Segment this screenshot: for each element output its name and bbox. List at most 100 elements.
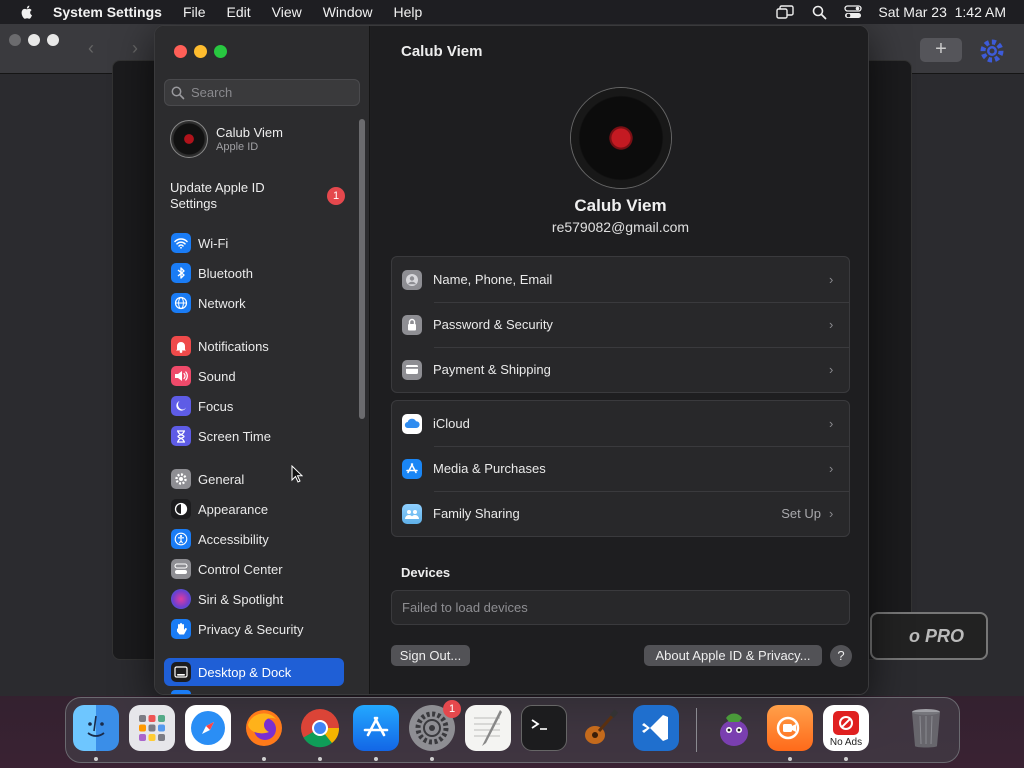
hourglass-icon [171, 426, 191, 446]
terminal-icon [531, 719, 547, 730]
menubar-clock[interactable]: Sat Mar 23 1:42 AM [878, 4, 1006, 20]
sidebar-item-network[interactable]: Network [164, 289, 344, 317]
chrome-icon [301, 709, 340, 748]
sidebar-item-sound[interactable]: Sound [164, 362, 344, 390]
dock-running-indicator [788, 757, 792, 761]
dock-system-settings[interactable]: 1 [409, 700, 461, 751]
row-payment-shipping[interactable]: Payment & Shipping › [392, 347, 849, 392]
sidebar-item-screen-time[interactable]: Screen Time [164, 422, 344, 450]
sidebar-scrollbar[interactable] [359, 119, 365, 419]
bg-minimize-button[interactable] [28, 34, 40, 46]
row-password-security[interactable]: Password & Security › [392, 302, 849, 347]
sidebar-search[interactable] [164, 79, 360, 106]
no-ads-label: No Ads [829, 736, 863, 748]
firefox-icon [246, 710, 282, 746]
sidebar-apple-id-account[interactable]: Calub Viem Apple ID [170, 119, 350, 159]
bg-zoom-button[interactable] [47, 34, 59, 46]
menu-help[interactable]: Help [394, 4, 423, 20]
sidebar-item-focus[interactable]: Focus [164, 392, 344, 420]
menu-bar: System Settings File Edit View Window He… [0, 0, 1024, 24]
bg-add-button[interactable]: + [920, 38, 962, 62]
sidebar-item-siri-spotlight[interactable]: Siri & Spotlight [164, 585, 344, 613]
sidebar-item-label: Bluetooth [198, 265, 253, 281]
profile-avatar[interactable] [571, 88, 671, 188]
dock: 1 No Ads [65, 697, 960, 763]
menu-edit[interactable]: Edit [227, 4, 251, 20]
bg-back-icon[interactable]: ‹ [88, 38, 94, 59]
no-ads-icon [833, 710, 859, 735]
finder-icon [87, 715, 105, 737]
update-apple-id-settings[interactable]: Update Apple ID Settings 1 [170, 179, 345, 213]
dock-firefox[interactable] [241, 705, 287, 751]
dock-safari[interactable] [185, 705, 231, 751]
dock-screen-recorder[interactable] [767, 705, 813, 751]
screen-mirroring-icon[interactable] [776, 4, 795, 20]
sidebar-item-label: Accessibility [198, 531, 269, 547]
devices-status: Failed to load devices [391, 590, 850, 625]
bg-settings-gear-icon[interactable] [978, 37, 1006, 65]
recorder-icon [776, 716, 800, 740]
chevron-right-icon: › [829, 506, 834, 521]
search-input[interactable] [191, 85, 351, 100]
sidebar-item-accessibility[interactable]: Accessibility [164, 525, 344, 553]
dock-eggplant[interactable] [711, 705, 757, 751]
row-family-sharing[interactable]: Family Sharing Set Up › [392, 491, 849, 536]
textedit-icon [474, 710, 502, 746]
spotlight-search-icon[interactable] [810, 4, 828, 20]
account-name: Calub Viem [216, 125, 283, 140]
dock-app-store[interactable] [353, 705, 399, 751]
gear-icon [171, 469, 191, 489]
row-media-purchases[interactable]: Media & Purchases › [392, 446, 849, 491]
minimize-window-button[interactable] [194, 45, 207, 58]
dock-textedit[interactable] [465, 705, 511, 751]
menu-file[interactable]: File [183, 4, 206, 20]
sidebar: Calub Viem Apple ID Update Apple ID Sett… [155, 26, 370, 694]
sidebar-item-wifi[interactable]: Wi-Fi [164, 229, 344, 257]
dock-running-indicator [844, 757, 848, 761]
dock-running-indicator [430, 757, 434, 761]
launchpad-icon [139, 715, 165, 741]
dock-vscode[interactable] [633, 705, 679, 751]
dock-trash[interactable] [903, 705, 949, 751]
dock-no-ads[interactable]: No Ads [823, 705, 869, 751]
row-label: iCloud [433, 416, 470, 431]
dock-terminal[interactable] [521, 705, 567, 751]
sidebar-item-bluetooth[interactable]: Bluetooth [164, 259, 344, 287]
sidebar-item-label: Siri & Spotlight [198, 591, 284, 607]
sidebar-item-control-center[interactable]: Control Center [164, 555, 344, 583]
chevron-right-icon: › [829, 272, 834, 287]
row-icloud[interactable]: iCloud › [392, 401, 849, 446]
sidebar-item-label: Wi-Fi [198, 235, 229, 251]
dock-finder[interactable] [73, 705, 119, 751]
menu-view[interactable]: View [272, 4, 302, 20]
apple-logo-icon[interactable] [19, 4, 35, 20]
sidebar-item-general[interactable]: General [164, 465, 344, 493]
dock-launchpad[interactable] [129, 705, 175, 751]
row-label: Password & Security [433, 317, 553, 332]
account-subtitle: Apple ID [216, 141, 259, 153]
sidebar-item-desktop-dock[interactable]: Desktop & Dock [164, 658, 344, 686]
zoom-window-button[interactable] [214, 45, 227, 58]
bg-forward-icon[interactable]: › [132, 38, 138, 59]
about-apple-id-privacy-button[interactable]: About Apple ID & Privacy... [644, 645, 822, 666]
dock-garageband[interactable] [577, 705, 623, 751]
app-name-menu[interactable]: System Settings [53, 4, 162, 20]
pro-badge[interactable]: o PRO [870, 612, 988, 660]
bluetooth-icon [171, 263, 191, 283]
dock-badge: 1 [443, 700, 461, 718]
sidebar-item-privacy-security[interactable]: Privacy & Security [164, 615, 344, 643]
help-button[interactable]: ? [830, 645, 852, 667]
row-name-phone-email[interactable]: Name, Phone, Email › [392, 257, 849, 302]
menu-window[interactable]: Window [323, 4, 373, 20]
sidebar-item-label: Control Center [198, 561, 283, 577]
sidebar-item-label: Network [198, 295, 246, 311]
sidebar-item-appearance[interactable]: Appearance [164, 495, 344, 523]
sign-out-button[interactable]: Sign Out... [391, 645, 470, 666]
bg-close-button[interactable] [9, 34, 21, 46]
chevron-right-icon: › [829, 461, 834, 476]
close-window-button[interactable] [174, 45, 187, 58]
control-center-icon[interactable] [844, 4, 863, 20]
dock-chrome[interactable] [297, 705, 343, 751]
siri-icon [171, 589, 191, 609]
sidebar-item-notifications[interactable]: Notifications [164, 332, 344, 360]
